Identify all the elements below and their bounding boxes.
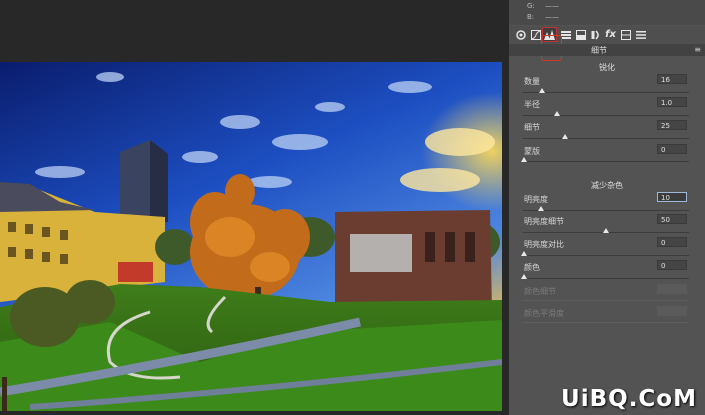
color-detail-label: 颜色细节 — [524, 287, 556, 296]
masking-label: 蒙版 — [524, 147, 540, 156]
detail-label: 细节 — [524, 123, 540, 132]
luminance-contrast-slider-track[interactable] — [523, 255, 689, 256]
radius-value[interactable]: 1.0 — [657, 97, 687, 107]
color-smoothness-label: 颜色平滑度 — [524, 309, 564, 318]
document-image[interactable] — [0, 62, 502, 411]
luminance-value[interactable]: 10 — [657, 192, 687, 202]
radius-label: 半径 — [524, 100, 540, 109]
luminance-contrast-value[interactable]: 0 — [657, 237, 687, 247]
section-title: 细节 — [591, 46, 607, 55]
luminance-detail-value[interactable]: 50 — [657, 214, 687, 224]
section-header: 细节 ≡ — [509, 44, 705, 56]
panel-toolbar: fx — [509, 26, 705, 44]
radius-slider-track[interactable] — [523, 115, 689, 116]
camera-raw-panel: G: —— B: —— fx 细节 ≡ 锐化 数量 16 半径 1.0 细节 2… — [509, 0, 705, 415]
masking-value[interactable]: 0 — [657, 144, 687, 154]
luminance-detail-slider-thumb[interactable] — [603, 228, 609, 233]
amount-slider-thumb[interactable] — [539, 88, 545, 93]
amount-value[interactable]: 16 — [657, 74, 687, 84]
color-label: 颜色 — [524, 263, 540, 272]
b-readout: B: —— — [527, 13, 559, 21]
detail-value[interactable]: 25 — [657, 120, 687, 130]
luminance-label: 明亮度 — [524, 195, 548, 204]
fx-icon[interactable]: fx — [604, 28, 617, 41]
site-watermark: UiBQ.CoM — [561, 386, 697, 412]
luminance-contrast-slider-thumb[interactable] — [521, 251, 527, 256]
lens-correction-icon[interactable] — [589, 28, 602, 41]
sharpening-title: 锐化 — [599, 63, 615, 72]
noise-reduction-title: 减少杂色 — [591, 181, 623, 190]
b-label: B: — [527, 13, 535, 21]
color-detail-slider-track — [523, 300, 689, 301]
oil-painted-photo — [0, 62, 502, 411]
color-slider-thumb[interactable] — [521, 274, 527, 279]
split-toning-icon[interactable] — [574, 28, 587, 41]
amount-label: 数量 — [524, 77, 540, 86]
b-value: —— — [545, 13, 559, 21]
detail-slider-track[interactable] — [523, 138, 689, 139]
amount-slider-track[interactable] — [523, 92, 689, 93]
color-slider-track[interactable] — [523, 278, 689, 279]
presets-icon[interactable] — [634, 28, 647, 41]
color-value[interactable]: 0 — [657, 260, 687, 270]
color-smoothness-slider-track — [523, 322, 689, 323]
detail-slider-thumb[interactable] — [562, 134, 568, 139]
g-value: —— — [545, 2, 559, 10]
radius-slider-thumb[interactable] — [554, 111, 560, 116]
masking-slider-thumb[interactable] — [521, 157, 527, 162]
luminance-detail-label: 明亮度细节 — [524, 217, 564, 226]
masking-slider-track[interactable] — [523, 161, 689, 162]
g-label: G: — [527, 2, 535, 10]
panel-menu-icon[interactable]: ≡ — [694, 45, 701, 54]
color-smoothness-value — [657, 306, 687, 316]
canvas-area — [0, 0, 507, 415]
g-readout: G: —— — [527, 2, 559, 10]
rgb-readout: G: —— B: —— — [509, 0, 705, 25]
luminance-slider-track[interactable] — [523, 210, 689, 211]
color-detail-value — [657, 284, 687, 294]
camera-calibration-icon[interactable] — [619, 28, 632, 41]
basic-tool-icon[interactable] — [514, 28, 527, 41]
luminance-slider-thumb[interactable] — [538, 206, 544, 211]
luminance-contrast-label: 明亮度对比 — [524, 240, 564, 249]
